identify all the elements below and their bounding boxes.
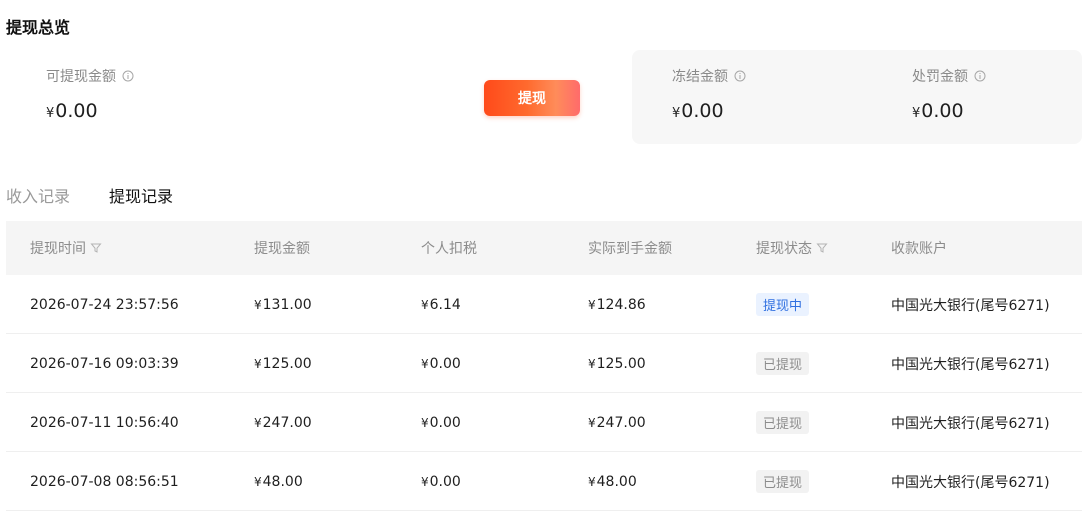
cell-account: 中国光大银行(尾号6271) [891, 297, 1050, 314]
frozen-penalty-panel: 冻结金额 ¥ 0.00 处罚金额 ¥ 0.00 [632, 50, 1082, 144]
currency-symbol: ¥ [46, 106, 55, 121]
cell-account: 中国光大银行(尾号6271) [891, 474, 1050, 491]
penalty-amount-block: 处罚金额 ¥ 0.00 [912, 66, 986, 122]
cell-amount: ¥131.00 [254, 275, 312, 334]
net-value: 48.00 [596, 473, 637, 490]
currency-symbol: ¥ [254, 474, 262, 489]
status-badge: 已提现 [756, 470, 810, 493]
withdraw-button[interactable]: 提现 [484, 80, 580, 116]
overview-title: 提现总览 [6, 18, 71, 37]
info-icon[interactable] [974, 70, 986, 82]
cell-time: 2026-07-16 09:03:39 [30, 355, 179, 372]
tax-value: 0.00 [429, 355, 461, 372]
cell-tax: ¥6.14 [421, 275, 461, 334]
cell-net-amount: ¥247.00 [588, 393, 646, 452]
tab-withdrawal-records[interactable]: 提现记录 [109, 183, 173, 207]
amount-value: 48.00 [262, 473, 303, 490]
currency-symbol: ¥ [588, 415, 596, 430]
currency-symbol: ¥ [672, 106, 681, 121]
frozen-amount-block: 冻结金额 ¥ 0.00 [672, 66, 746, 122]
penalty-amount-value: ¥ 0.00 [912, 100, 986, 122]
available-amount-value: ¥ 0.00 [46, 100, 134, 122]
cell-net-amount: ¥124.86 [588, 275, 646, 334]
column-header-status: 提现状态 [756, 221, 828, 275]
cell-tax: ¥0.00 [421, 452, 461, 511]
info-icon[interactable] [122, 70, 134, 82]
filter-icon[interactable] [816, 242, 828, 254]
column-header-label: 提现状态 [756, 241, 812, 257]
penalty-amount-label-row: 处罚金额 [912, 66, 986, 86]
tax-value: 0.00 [429, 473, 461, 490]
cell-net-amount: ¥125.00 [588, 334, 646, 393]
available-amount-label-row: 可提现金额 [46, 66, 134, 86]
currency-symbol: ¥ [421, 474, 429, 489]
status-badge: 提现中 [756, 293, 810, 316]
filter-icon[interactable] [90, 242, 102, 254]
cell-amount: ¥48.00 [254, 452, 303, 511]
currency-symbol: ¥ [254, 297, 262, 312]
cell-account: 中国光大银行(尾号6271) [891, 415, 1050, 432]
amount-value: 131.00 [262, 296, 312, 313]
cell-time: 2026-07-24 23:57:56 [30, 296, 179, 313]
column-header-label: 提现时间 [30, 241, 86, 257]
cell-amount: ¥247.00 [254, 393, 312, 452]
table-row: 2026-07-16 09:03:39 ¥125.00 ¥0.00 ¥125.0… [6, 334, 1082, 393]
cell-tax: ¥0.00 [421, 334, 461, 393]
table-row: 2026-07-24 23:57:56 ¥131.00 ¥6.14 ¥124.8… [6, 275, 1082, 334]
net-value: 124.86 [596, 296, 646, 313]
info-icon[interactable] [734, 70, 746, 82]
amount-value: 125.00 [262, 355, 312, 372]
cell-account: 中国光大银行(尾号6271) [891, 356, 1050, 373]
cell-status: 提现中 [756, 275, 810, 334]
available-amount-label: 可提现金额 [46, 69, 116, 85]
tab-income-records[interactable]: 收入记录 [6, 183, 70, 207]
currency-symbol: ¥ [254, 415, 262, 430]
withdrawal-page: 提现总览 可提现金额 ¥ 0.00 提现 冻结金额 ¥ 0.00 处罚金额 ¥ … [0, 0, 1082, 532]
frozen-amount-label-row: 冻结金额 [672, 66, 746, 86]
available-amount-block: 可提现金额 ¥ 0.00 [46, 66, 134, 122]
cell-tax: ¥0.00 [421, 393, 461, 452]
cell-status: 已提现 [756, 334, 810, 393]
column-header-amount: 提现金额 [254, 241, 310, 257]
table-row: 2026-07-08 08:56:51 ¥48.00 ¥0.00 ¥48.00 … [6, 452, 1082, 511]
cell-status: 已提现 [756, 452, 810, 511]
frozen-amount-label: 冻结金额 [672, 69, 728, 85]
table-header: 提现时间 提现金额 个人扣税 实际到手金额 提现状态 收款账户 [6, 221, 1082, 275]
withdrawal-table: 提现时间 提现金额 个人扣税 实际到手金额 提现状态 收款账户 2026-07-… [6, 221, 1082, 511]
penalty-amount: 0.00 [921, 100, 964, 122]
amount-value: 247.00 [262, 414, 312, 431]
available-amount: 0.00 [55, 100, 98, 122]
column-header-net-amount: 实际到手金额 [588, 241, 672, 257]
column-header-account: 收款账户 [891, 241, 947, 257]
frozen-amount-value: ¥ 0.00 [672, 100, 746, 122]
net-value: 125.00 [596, 355, 646, 372]
frozen-amount: 0.00 [681, 100, 724, 122]
currency-symbol: ¥ [588, 474, 596, 489]
table-row: 2026-07-11 10:56:40 ¥247.00 ¥0.00 ¥247.0… [6, 393, 1082, 452]
currency-symbol: ¥ [588, 297, 596, 312]
cell-amount: ¥125.00 [254, 334, 312, 393]
currency-symbol: ¥ [912, 106, 921, 121]
record-tabs: 收入记录 提现记录 [6, 183, 173, 207]
tax-value: 6.14 [429, 296, 461, 313]
currency-symbol: ¥ [421, 356, 429, 371]
currency-symbol: ¥ [588, 356, 596, 371]
currency-symbol: ¥ [254, 356, 262, 371]
column-header-time: 提现时间 [30, 221, 102, 275]
column-header-tax: 个人扣税 [421, 241, 477, 257]
cell-time: 2026-07-08 08:56:51 [30, 473, 179, 490]
cell-status: 已提现 [756, 393, 810, 452]
currency-symbol: ¥ [421, 297, 429, 312]
tax-value: 0.00 [429, 414, 461, 431]
net-value: 247.00 [596, 414, 646, 431]
penalty-amount-label: 处罚金额 [912, 69, 968, 85]
currency-symbol: ¥ [421, 415, 429, 430]
status-badge: 已提现 [756, 352, 810, 375]
cell-net-amount: ¥48.00 [588, 452, 637, 511]
status-badge: 已提现 [756, 411, 810, 434]
cell-time: 2026-07-11 10:56:40 [30, 414, 179, 431]
